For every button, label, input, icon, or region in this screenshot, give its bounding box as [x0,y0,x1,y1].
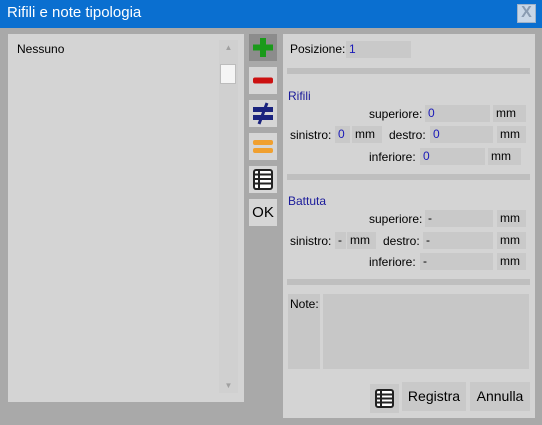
note-label: Note: [290,297,319,311]
separator [287,174,530,180]
battuta-section-title: Battuta [288,194,327,208]
table-icon [375,389,394,408]
scrollbar-thumb[interactable] [220,64,236,84]
list-scrollbar[interactable] [219,40,238,393]
table-icon [253,169,273,190]
table-view-button[interactable] [249,166,277,193]
battuta-left-field[interactable]: - [335,232,346,249]
battuta-right-label: destro: [383,234,420,248]
rifili-top-label: superiore: [369,107,423,121]
position-field[interactable]: 1 [346,41,411,58]
not-equal-icon [253,102,273,125]
rifili-left-unit: mm [352,126,382,143]
rifili-top-unit: mm [493,105,526,122]
rifili-bottom-label: inferiore: [369,150,416,164]
plus-icon [253,38,273,57]
separator [287,279,530,285]
scroll-up-arrow-icon[interactable]: ▲ [219,43,238,53]
scroll-down-arrow-icon[interactable]: ▼ [219,381,238,391]
ok-button[interactable]: OK [249,199,277,226]
position-label: Posizione: [290,42,346,56]
battuta-bottom-label: inferiore: [369,255,416,269]
remove-button[interactable] [249,67,277,94]
list-item[interactable]: Nessuno [17,42,64,56]
rifili-right-unit: mm [497,126,526,143]
not-equal-button[interactable] [249,100,277,127]
separator [287,68,530,74]
table-view-button[interactable] [370,384,399,413]
battuta-top-unit: mm [497,210,526,227]
note-textarea[interactable] [323,294,529,369]
rifili-bottom-unit: mm [488,148,521,165]
battuta-bottom-unit: mm [497,253,526,270]
save-button[interactable]: Registra [402,382,466,411]
battuta-right-unit: mm [497,232,526,249]
cancel-button[interactable]: Annulla [470,382,530,411]
equal-icon [253,140,273,153]
rifili-right-label: destro: [389,128,426,142]
battuta-top-field[interactable]: - [425,210,493,227]
battuta-top-label: superiore: [369,212,423,226]
minus-icon [253,77,273,84]
tipology-list[interactable] [8,34,244,402]
rifili-bottom-field[interactable]: 0 [420,148,485,165]
battuta-left-label: sinistro: [290,234,332,248]
rifili-left-label: sinistro: [290,128,332,142]
battuta-right-field[interactable]: - [423,232,493,249]
battuta-left-unit: mm [347,232,376,249]
rifili-section-title: Rifili [288,89,311,103]
close-button[interactable]: X [517,4,536,23]
rifili-left-field[interactable]: 0 [335,126,350,143]
window-title: Rifili e note tipologia [7,4,142,21]
battuta-bottom-field[interactable]: - [420,253,493,270]
rifili-top-field[interactable]: 0 [425,105,490,122]
rifili-right-field[interactable]: 0 [430,126,493,143]
equal-button[interactable] [249,133,277,160]
add-button[interactable] [249,34,277,61]
